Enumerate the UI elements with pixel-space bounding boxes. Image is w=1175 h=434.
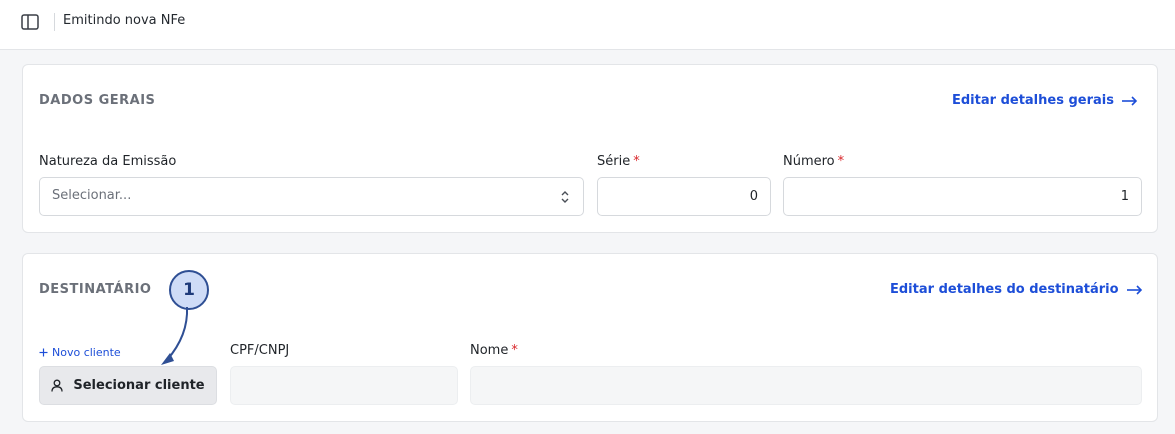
edit-recipient-details-link[interactable]: Editar detalhes do destinatário	[890, 282, 1143, 297]
numero-label: Número *	[783, 154, 844, 169]
edit-general-details-label: Editar detalhes gerais	[952, 93, 1114, 108]
arrow-right-icon	[1121, 95, 1138, 106]
arrow-right-icon	[1126, 284, 1142, 295]
natureza-label: Natureza da Emissão	[39, 154, 177, 169]
nome-label: Nome *	[470, 343, 518, 358]
natureza-select[interactable]: Selecionar...	[39, 177, 584, 216]
serie-required-mark: *	[633, 154, 640, 169]
recipient-section-title: DESTINATÁRIO	[39, 282, 152, 297]
topbar-divider	[54, 13, 55, 31]
sidebar-toggle-icon[interactable]	[20, 12, 40, 32]
numero-required-mark: *	[837, 154, 845, 169]
numero-input[interactable]	[783, 177, 1142, 216]
sidebar-panel-icon	[21, 14, 39, 30]
general-section-title: DADOS GERAIS	[39, 93, 156, 108]
new-client-label: Novo cliente	[52, 346, 121, 359]
step-arrow-icon	[161, 306, 189, 365]
natureza-select-placeholder: Selecionar...	[52, 188, 132, 203]
nome-required-mark: *	[511, 343, 518, 358]
select-client-button[interactable]: Selecionar cliente	[39, 366, 217, 405]
plus-icon	[39, 348, 48, 357]
step-badge: 1	[169, 270, 209, 310]
serie-label-text: Série	[597, 154, 631, 169]
user-icon	[51, 379, 64, 392]
general-data-card: DADOS GERAIS Editar detalhes gerais Natu…	[22, 64, 1158, 233]
top-bar: Emitindo nova NFe	[0, 0, 1175, 50]
new-client-link[interactable]: Novo cliente	[39, 346, 121, 359]
cpf-cnpj-label: CPF/CNPJ	[230, 343, 290, 358]
numero-label-text: Número	[783, 154, 835, 169]
chevron-up-down-icon	[561, 191, 569, 203]
nome-label-text: Nome	[470, 343, 509, 358]
serie-label: Série *	[597, 154, 640, 169]
serie-input[interactable]	[597, 177, 771, 216]
cpf-cnpj-input[interactable]	[230, 366, 458, 405]
edit-general-details-link[interactable]: Editar detalhes gerais	[952, 93, 1138, 108]
edit-recipient-details-label: Editar detalhes do destinatário	[890, 282, 1119, 297]
select-client-label: Selecionar cliente	[73, 378, 205, 393]
page-title: Emitindo nova NFe	[63, 13, 186, 28]
nome-input[interactable]	[470, 366, 1142, 405]
